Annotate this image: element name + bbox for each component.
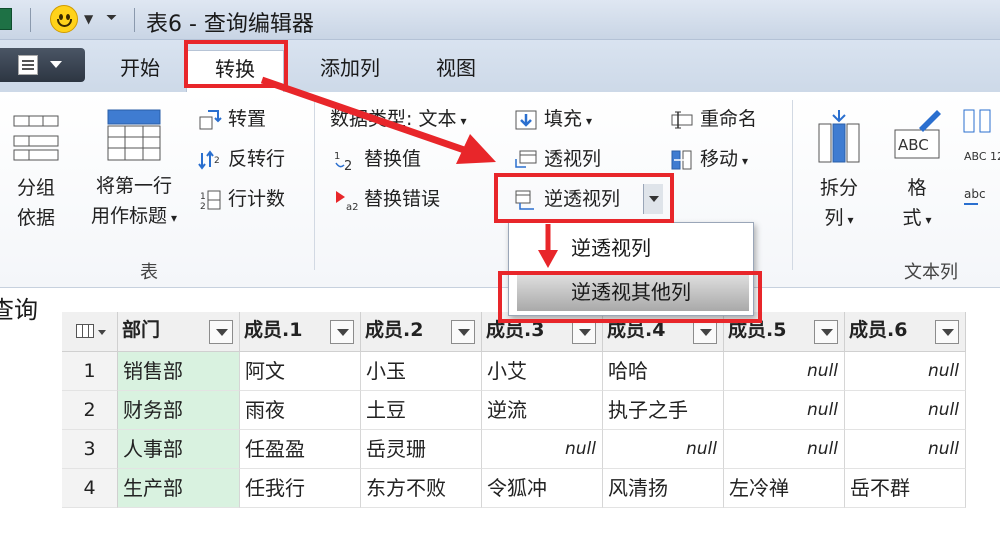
arrow-tab-to-button	[260, 76, 496, 164]
annotation-arrows	[260, 76, 558, 268]
query-editor-window: ▼ ⏷ 表6 - 查询编辑器 开始 转换 添加列 视图 分组 依据 将第一行 用…	[0, 0, 1000, 535]
arrow-button-to-menu-item	[538, 224, 558, 268]
